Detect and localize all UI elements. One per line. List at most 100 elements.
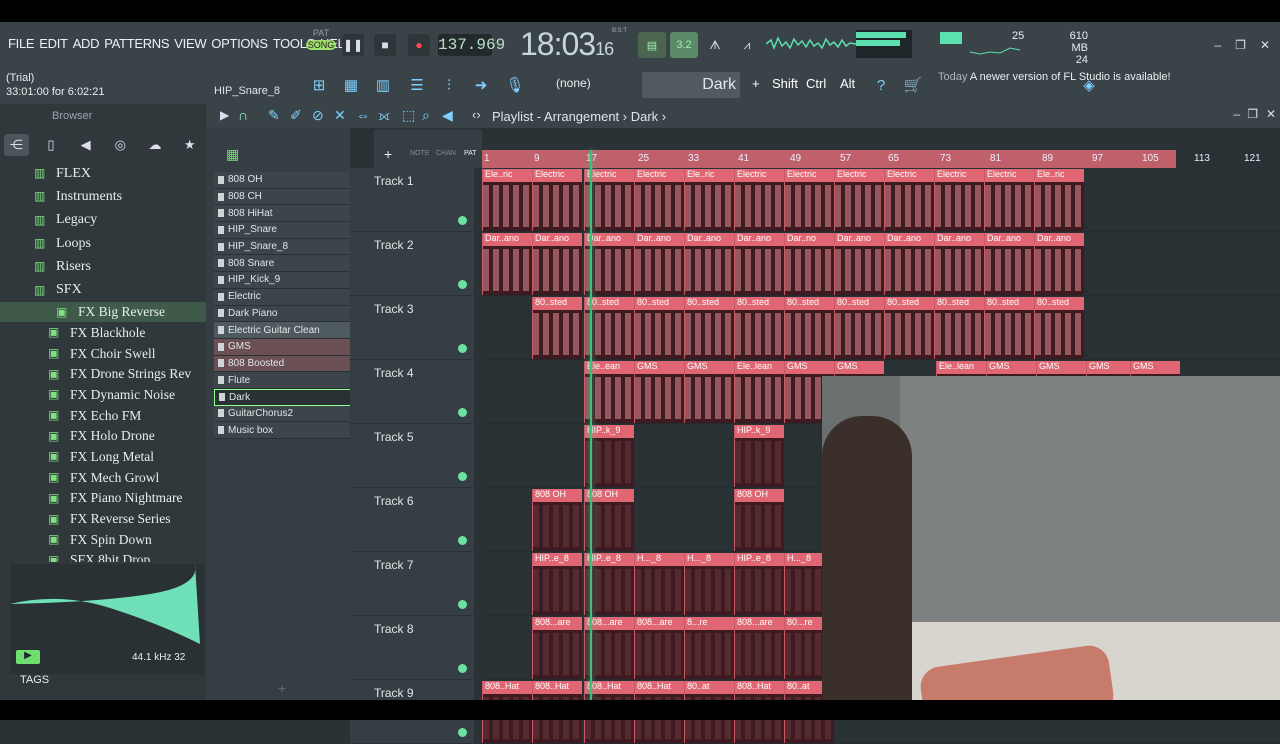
track-header[interactable]: Track 2 [350,232,474,296]
pattern-clip[interactable]: 80..sted [984,297,1034,359]
shift-key[interactable]: Shift [772,76,798,91]
channel-item[interactable]: 808 Snare [214,255,352,273]
nav-arrows-icon[interactable]: ‹› [472,107,481,122]
playhead[interactable] [590,150,592,700]
menu-view[interactable]: VIEW [174,36,206,51]
pattern-clip[interactable]: 808 OH [532,489,582,551]
pattern-clip[interactable]: 80..sted [1034,297,1084,359]
globe-icon[interactable]: ◎ [108,134,133,156]
step-record-icon[interactable]: ▤ [638,32,666,58]
pattern-clip[interactable]: HIP..e_8 [734,553,784,615]
pattern-clip[interactable]: Dar..ano [734,233,784,295]
plugin-icon[interactable]: ⫶ [436,72,462,98]
track-lane[interactable]: Dar..ano Dar..ano Dar..ano Dar..ano Dar..ano… [482,232,1280,296]
track-mute-led[interactable] [458,472,467,481]
minimize-icon[interactable]: – [1214,38,1221,52]
slice-tool-icon[interactable]: ⟗ [378,107,390,124]
pattern-clip[interactable]: 80..sted [532,297,582,359]
maximize-playlist-icon[interactable]: ❐ [1247,107,1258,121]
channel-item[interactable]: HIP_Snare_8 [214,238,352,256]
channel-item[interactable]: 808 OH [214,172,352,189]
pattern-clip[interactable]: H..._8 [684,553,734,615]
channel-item[interactable]: HIP_Snare [214,222,352,239]
help-icon[interactable]: ? [868,72,894,98]
news-icon[interactable]: ◈ [1076,72,1102,98]
arrow-icon[interactable]: ➜ [468,72,494,98]
browser-item[interactable]: ▣ FX Dynamic Noise [0,385,206,406]
timeline-ruler[interactable]: 191725334149576573818997105113121 [482,150,1280,168]
pattern-clip[interactable]: 808...are [634,617,684,679]
folder-sfx[interactable]: ▥ SFX [0,278,206,301]
time-display[interactable]: 18:0316 [520,26,614,63]
pattern-clip[interactable]: Dar..ano [482,233,532,295]
record-icon[interactable]: ● [408,34,430,56]
browser-item-selected[interactable]: ▣ FX Big Reverse [0,301,206,323]
pattern-none[interactable]: (none) [556,76,591,90]
pattern-clip[interactable]: 80..sted [634,297,684,359]
close-playlist-icon[interactable]: ✕ [1266,107,1276,121]
tags-label[interactable]: TAGS [20,674,49,686]
pattern-clip[interactable]: 80..sted [734,297,784,359]
pattern-clip[interactable]: Ele..lean [734,361,784,423]
piano-roll-icon[interactable]: ▦ [338,72,364,98]
pattern-clip[interactable]: Dar..ano [634,233,684,295]
browser-item[interactable]: ▣ FX Reverse Series [0,509,206,530]
channel-item[interactable]: 808 CH [214,188,352,206]
stop-icon[interactable]: ■ [374,34,396,56]
pattern-clip[interactable]: 80..sted [834,297,884,359]
channel-item[interactable]: GuitarChorus2 [214,405,352,423]
channel-item[interactable]: Music box [214,422,352,439]
metronome-icon[interactable]: ⩘ [736,34,758,56]
pattern-clip[interactable]: Electric [734,169,784,231]
ctrl-key[interactable]: Ctrl [806,76,826,91]
folder-instruments[interactable]: ▥ Instruments [0,185,206,208]
star-icon[interactable]: ★ [177,134,202,156]
track-mute-led[interactable] [458,536,467,545]
add-pattern-icon[interactable]: + [752,76,760,91]
browser-item[interactable]: ▣ FX Holo Drone [0,426,206,447]
channel-item[interactable]: HIP_Kick_9 [214,272,352,289]
browser-item[interactable]: ▣ FX Piano Nightmare [0,488,206,509]
menu-add[interactable]: ADD [73,36,100,51]
channel-item[interactable]: 808 Boosted [214,355,352,373]
browser-item[interactable]: ▣ FX Drone Strings Rev [0,364,206,385]
mute-tool-icon[interactable]: ✕ [334,107,346,124]
pattern-clip[interactable]: Dar..ano [984,233,1034,295]
track-mute-led[interactable] [458,664,467,673]
pattern-clip[interactable]: HIP..k_9 [734,425,784,487]
browser-item[interactable]: ▣ FX Blackhole [0,322,206,343]
browser-item[interactable]: ▣ SFX 8bit Drop [0,550,206,562]
track-lane[interactable]: 80..sted 80..sted 80..sted 80..sted 80..sted… [482,296,1280,360]
channel-item[interactable]: Electric [214,288,352,306]
pattern-clip[interactable]: Dar..ano [884,233,934,295]
file-icon[interactable]: ▯ [39,134,64,156]
channel-item[interactable]: Dark Piano [214,305,352,323]
mixer-icon[interactable]: ☰ [404,72,430,98]
alt-key[interactable]: Alt [840,76,855,91]
menu-patterns[interactable]: PATTERNS [104,36,169,51]
pattern-clip[interactable]: GMS [634,361,684,423]
select-tool-icon[interactable]: ⬚ [402,107,415,124]
track-header[interactable]: Track 7 [350,552,474,616]
pattern-clip[interactable]: 80..sted [684,297,734,359]
track-mute-led[interactable] [458,216,467,225]
channel-item[interactable]: GMS [214,338,352,356]
folder-legacy[interactable]: ▥ Legacy [0,209,206,232]
browser-item[interactable]: ▣ FX Long Metal [0,447,206,468]
add-track-icon[interactable]: + [384,146,392,162]
track-header[interactable]: Track 5 [350,424,474,488]
pattern-clip[interactable]: GMS [684,361,734,423]
all-icon[interactable]: ⋲ [4,134,29,156]
channel-item-selected[interactable]: Dark [214,388,352,406]
track-mute-led[interactable] [458,600,467,609]
browser-item[interactable]: ▣ FX Echo FM [0,405,206,426]
paint-tool-icon[interactable]: ✐ [290,107,302,124]
folder-risers[interactable]: ▥ Risers [0,255,206,278]
pattern-clip[interactable]: H..._8 [634,553,684,615]
zoom-tool-icon[interactable]: ⌕ [422,107,430,124]
folder-loops[interactable]: ▥ Loops [0,232,206,255]
track-mute-led[interactable] [458,728,467,737]
pattern-selector[interactable]: Dark [642,72,740,98]
track-header[interactable]: Track 4 [350,360,474,424]
menu-options[interactable]: OPTIONS [211,36,268,51]
